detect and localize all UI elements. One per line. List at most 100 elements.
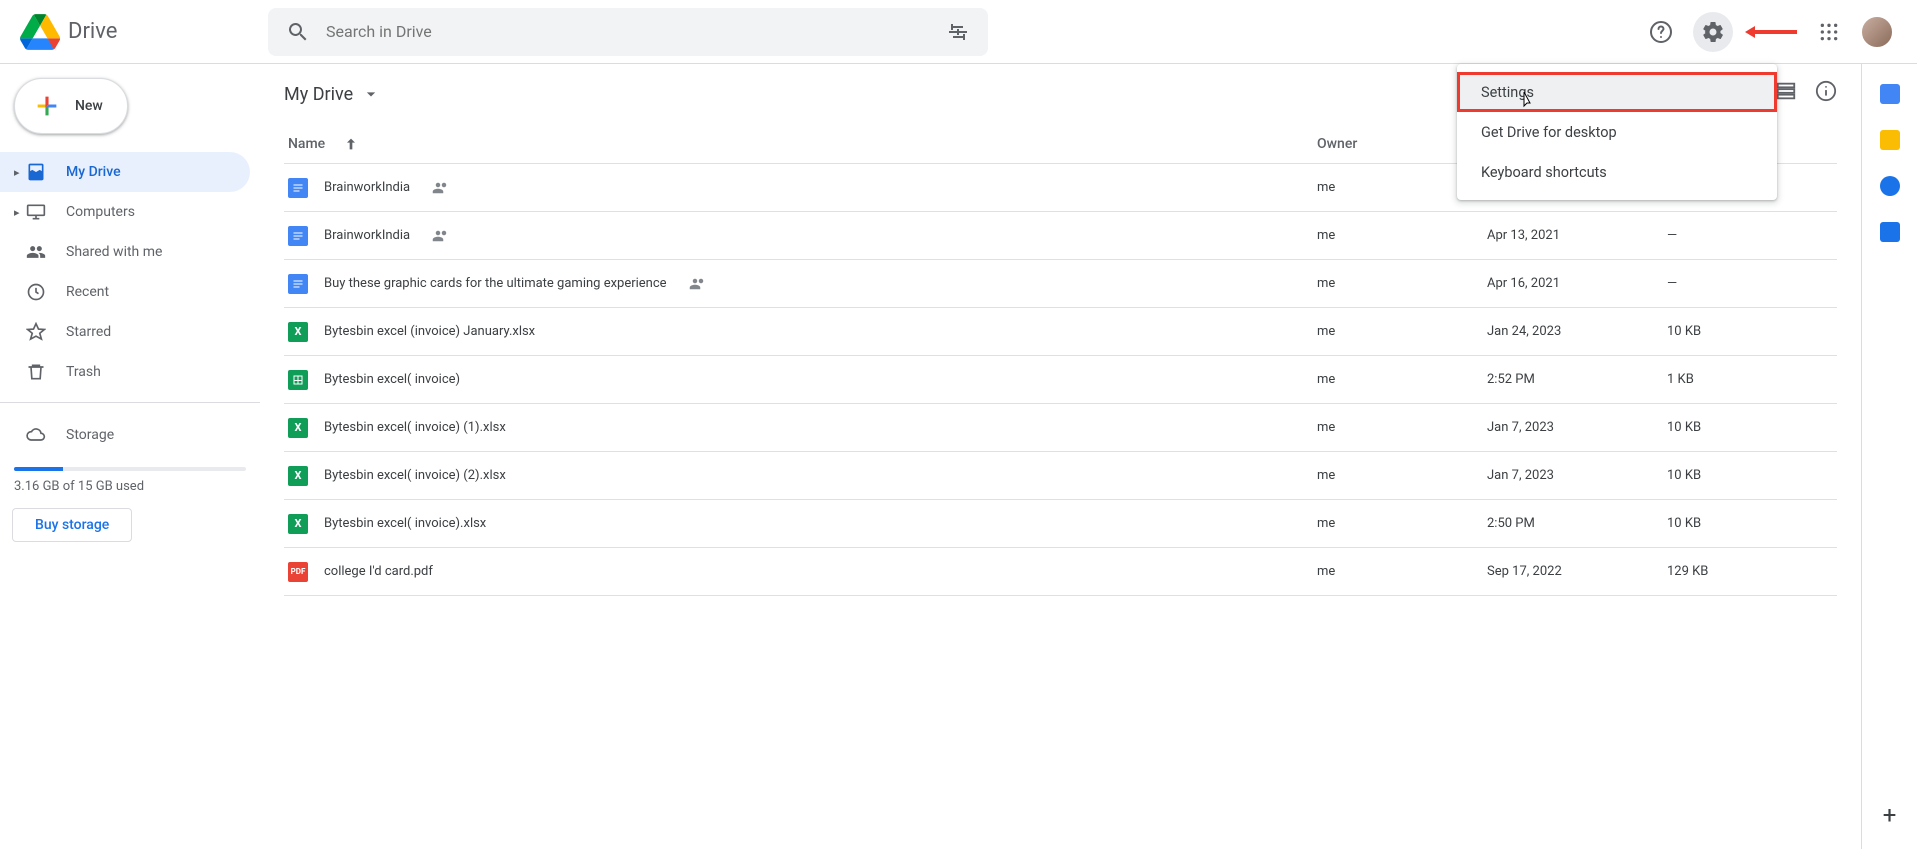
sidebar-item-computers[interactable]: Computers xyxy=(0,192,250,232)
trash-icon xyxy=(26,362,46,382)
file-owner: me xyxy=(1317,564,1487,579)
sidebar-item-recent[interactable]: Recent xyxy=(0,272,250,312)
storage-usage-text: 3.16 GB of 15 GB used xyxy=(14,479,248,494)
file-modified: Jan 7, 2023 xyxy=(1487,420,1667,435)
menu-item-keyboard-shortcuts[interactable]: Keyboard shortcuts xyxy=(1457,152,1777,192)
new-button[interactable]: New xyxy=(14,78,128,134)
main-content: My Drive Name xyxy=(260,64,1917,849)
sidebar-item-shared-with-me[interactable]: Shared with me xyxy=(0,232,250,272)
search-options-icon[interactable] xyxy=(938,12,978,52)
search-icon[interactable] xyxy=(278,12,318,52)
recent-icon xyxy=(26,282,46,302)
file-name: Bytesbin excel (invoice) January.xlsx xyxy=(324,324,535,339)
side-panel: + xyxy=(1861,64,1917,849)
view-toolbar xyxy=(1775,80,1837,102)
help-icon[interactable] xyxy=(1641,12,1681,52)
shared-icon xyxy=(689,275,707,293)
file-name: college I'd card.pdf xyxy=(324,564,433,579)
file-modified: Jan 24, 2023 xyxy=(1487,324,1667,339)
file-row[interactable]: PDFcollege I'd card.pdfmeSep 17, 2022129… xyxy=(284,548,1837,596)
search-bar[interactable] xyxy=(268,8,988,56)
keep-icon[interactable] xyxy=(1880,130,1900,150)
sidebar-item-label: My Drive xyxy=(66,164,121,180)
file-size: 10 KB xyxy=(1667,420,1837,435)
file-row[interactable]: Buy these graphic cards for the ultimate… xyxy=(284,260,1837,308)
settings-icon[interactable] xyxy=(1693,12,1733,52)
file-size: 10 KB xyxy=(1667,468,1837,483)
file-owner: me xyxy=(1317,324,1487,339)
cursor-icon xyxy=(1522,91,1538,111)
sidebar-item-starred[interactable]: Starred xyxy=(0,312,250,352)
info-icon[interactable] xyxy=(1815,80,1837,102)
logo-area[interactable]: Drive xyxy=(8,12,268,52)
calendar-icon[interactable] xyxy=(1880,84,1900,104)
file-size: 1 KB xyxy=(1667,372,1837,387)
shared-icon xyxy=(26,242,46,262)
file-row[interactable]: BrainworkIndiameApr 13, 2021— xyxy=(284,212,1837,260)
plus-icon xyxy=(33,92,61,120)
sidebar: New My Drive Computers Shared with me Recen… xyxy=(0,64,260,849)
file-owner: me xyxy=(1317,468,1487,483)
file-row[interactable]: XBytesbin excel (invoice) January.xlsxme… xyxy=(284,308,1837,356)
account-avatar[interactable] xyxy=(1861,16,1893,48)
cloud-icon xyxy=(26,425,46,445)
file-owner: me xyxy=(1317,276,1487,291)
file-name: Buy these graphic cards for the ultimate… xyxy=(324,276,667,291)
new-button-label: New xyxy=(75,98,103,114)
file-modified: Sep 17, 2022 xyxy=(1487,564,1667,579)
file-name: BrainworkIndia xyxy=(324,180,410,195)
storage-label: Storage xyxy=(66,427,114,443)
file-name: Bytesbin excel( invoice).xlsx xyxy=(324,516,486,531)
file-row[interactable]: XBytesbin excel( invoice).xlsxme2:50 PM1… xyxy=(284,500,1837,548)
file-size: 10 KB xyxy=(1667,516,1837,531)
menu-item-settings[interactable]: Settings xyxy=(1457,72,1777,112)
shared-icon xyxy=(432,179,450,197)
file-owner: me xyxy=(1317,516,1487,531)
file-row[interactable]: XBytesbin excel( invoice) (2).xlsxmeJan … xyxy=(284,452,1837,500)
file-size: 129 KB xyxy=(1667,564,1837,579)
buy-storage-button[interactable]: Buy storage xyxy=(12,508,132,542)
sidebar-item-label: Recent xyxy=(66,284,109,300)
col-name-label[interactable]: Name xyxy=(288,136,325,152)
file-owner: me xyxy=(1317,420,1487,435)
file-modified: Jan 7, 2023 xyxy=(1487,468,1667,483)
file-size: 10 KB xyxy=(1667,324,1837,339)
header-actions xyxy=(1641,12,1909,52)
file-name: Bytesbin excel( invoice) xyxy=(324,372,460,387)
tasks-icon[interactable] xyxy=(1880,176,1900,196)
drive-logo-icon xyxy=(20,12,60,52)
file-row[interactable]: Bytesbin excel( invoice) me2:52 PM1 KB xyxy=(284,356,1837,404)
sidebar-item-storage[interactable]: Storage xyxy=(0,415,250,455)
contacts-icon[interactable] xyxy=(1880,222,1900,242)
sort-arrow-up-icon[interactable] xyxy=(343,136,359,152)
file-name: BrainworkIndia xyxy=(324,228,410,243)
sidebar-item-label: Trash xyxy=(66,364,101,380)
file-modified: Apr 13, 2021 xyxy=(1487,228,1667,243)
shared-icon xyxy=(432,227,450,245)
file-modified: 2:52 PM xyxy=(1487,372,1667,387)
drive-icon xyxy=(26,162,46,182)
annotation-arrow xyxy=(1745,25,1797,39)
file-owner: me xyxy=(1317,372,1487,387)
file-size: — xyxy=(1667,276,1837,291)
settings-menu: SettingsGet Drive for desktopKeyboard sh… xyxy=(1457,64,1777,200)
app-name: Drive xyxy=(68,19,117,44)
sidebar-item-label: Computers xyxy=(66,204,135,220)
file-modified: 2:50 PM xyxy=(1487,516,1667,531)
menu-item-get-drive-for-desktop[interactable]: Get Drive for desktop xyxy=(1457,112,1777,152)
computers-icon xyxy=(26,202,46,222)
app-header: Drive xyxy=(0,0,1917,64)
sidebar-item-my-drive[interactable]: My Drive xyxy=(0,152,250,192)
list-view-icon[interactable] xyxy=(1775,80,1797,102)
starred-icon xyxy=(26,322,46,342)
file-name: Bytesbin excel( invoice) (1).xlsx xyxy=(324,420,506,435)
chevron-down-icon xyxy=(361,84,381,104)
sidebar-item-trash[interactable]: Trash xyxy=(0,352,250,392)
apps-icon[interactable] xyxy=(1809,12,1849,52)
file-size: — xyxy=(1667,228,1837,243)
file-modified: Apr 16, 2021 xyxy=(1487,276,1667,291)
breadcrumb-current: My Drive xyxy=(284,84,353,105)
search-input[interactable] xyxy=(318,22,938,41)
file-row[interactable]: XBytesbin excel( invoice) (1).xlsxmeJan … xyxy=(284,404,1837,452)
add-panel-icon[interactable]: + xyxy=(1883,801,1897,829)
